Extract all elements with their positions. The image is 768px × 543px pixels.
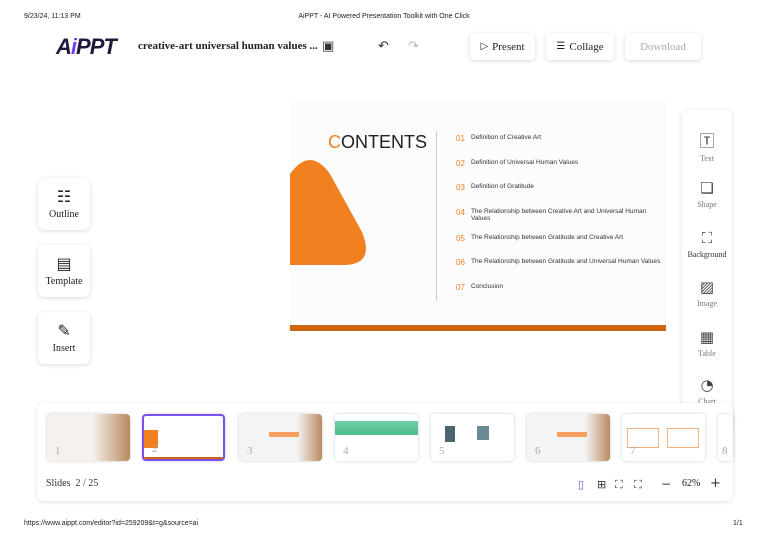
list-view-icon[interactable]: ▯ (578, 478, 584, 491)
slide-thumbnail[interactable]: 1 (47, 414, 130, 461)
document-title[interactable]: creative-art universal human values ... (138, 40, 318, 52)
undo-icon[interactable]: ↶ (378, 39, 389, 54)
print-url: https://www.aippt.com/editor?id=259209&t… (24, 520, 199, 527)
orange-triangle-shape (290, 160, 366, 265)
bottom-accent-bar (290, 325, 666, 331)
slide-thumbnail[interactable]: 7 (622, 414, 705, 461)
slide-thumbnail[interactable]: 6 (527, 414, 610, 461)
collage-button[interactable]: ☰ Collage (546, 33, 614, 60)
contents-item[interactable]: 02 Definition of Universal Human Values (456, 159, 666, 168)
fit-screen-icon[interactable]: ⛶ (615, 478, 623, 492)
slide-counter: Slides 2 / 25 (46, 478, 99, 489)
collage-icon: ☰ (556, 41, 566, 52)
slide-title[interactable]: CONTENTS (328, 132, 427, 153)
table-icon: ▦ (699, 328, 715, 346)
print-page-number: 1/1 (733, 520, 743, 527)
slide-thumbnail[interactable]: 4 (335, 414, 418, 461)
outline-label: Outline (49, 208, 79, 220)
redo-icon[interactable]: ↷ (408, 39, 419, 54)
slide-thumbnail[interactable]: 3 (239, 414, 322, 461)
shape-tool[interactable]: ❏ Shape (682, 179, 732, 209)
download-label: Download (640, 40, 686, 53)
fullscreen-icon[interactable]: ⛶ (634, 478, 642, 492)
print-page-title: AiPPT - AI Powered Presentation Toolkit … (298, 13, 470, 20)
title-rest: ONTENTS (341, 132, 428, 152)
slide-thumbnail[interactable]: 8 (718, 414, 733, 461)
present-label: Present (492, 40, 525, 53)
slide-thumbnail[interactable]: 5 (431, 414, 514, 461)
template-button[interactable]: ▤ Template (38, 245, 90, 297)
template-label: Template (45, 275, 83, 287)
outline-icon: ☷ (56, 186, 72, 206)
chart-icon: ◔ (700, 376, 714, 394)
contents-item[interactable]: 05 The Relationship between Gratitude and… (456, 234, 666, 243)
background-tool[interactable]: ⛶ Background (682, 229, 732, 259)
zoom-in-button[interactable]: + (710, 476, 721, 491)
zoom-out-button[interactable]: − (661, 477, 671, 491)
download-button[interactable]: Download (625, 33, 701, 60)
contents-item[interactable]: 01 Definition of Creative Art (456, 134, 666, 143)
image-tool[interactable]: ▨ Image (682, 278, 732, 308)
slide-thumbnail-selected[interactable]: 2 (142, 414, 225, 461)
contents-item[interactable]: 03 Definition of Gratitude (456, 183, 666, 192)
chart-tool[interactable]: ◔ Chart (682, 376, 732, 406)
insert-label: Insert (52, 342, 76, 354)
contents-item[interactable]: 07 Conclusion (456, 283, 666, 292)
text-tool[interactable]: 🅃 Text (682, 130, 732, 163)
table-tool[interactable]: ▦ Table (682, 328, 732, 358)
grid-view-icon[interactable]: ⊞ (597, 478, 606, 491)
aippt-logo[interactable]: AiPPT (56, 34, 117, 60)
contents-item[interactable]: 04 The Relationship between Creative Art … (456, 208, 666, 222)
zoom-level: 62% (682, 478, 701, 489)
text-icon: 🅃 (699, 132, 715, 150)
present-button[interactable]: ▷ Present (470, 33, 535, 60)
image-icon: ▨ (699, 278, 715, 296)
slide-filmstrip: 1 2 3 4 5 6 7 8 Slides 2 / 25 ▯ ⊞ ⛶ ⛶ − … (37, 403, 733, 501)
right-toolbar: 🅃 Text ❏ Shape ⛶ Background ▨ Image ▦ Table ◔… (682, 110, 732, 432)
divider-line (436, 131, 437, 301)
background-icon: ⛶ (701, 229, 713, 247)
insert-icon: ✎ (57, 320, 71, 340)
contents-item[interactable]: 06 The Relationship between Gratitude and… (456, 258, 666, 267)
title-accent-letter: C (328, 132, 341, 152)
shape-icon: ❏ (700, 179, 714, 197)
template-icon: ▤ (56, 253, 72, 273)
outline-button[interactable]: ☷ Outline (38, 178, 90, 230)
collage-label: Collage (569, 40, 604, 53)
save-icon[interactable]: ▣ (322, 39, 334, 54)
slide-canvas[interactable]: CONTENTS 01 Definition of Creative Art 02… (290, 99, 666, 331)
play-icon: ▷ (480, 41, 489, 52)
insert-button[interactable]: ✎ Insert (38, 312, 90, 364)
